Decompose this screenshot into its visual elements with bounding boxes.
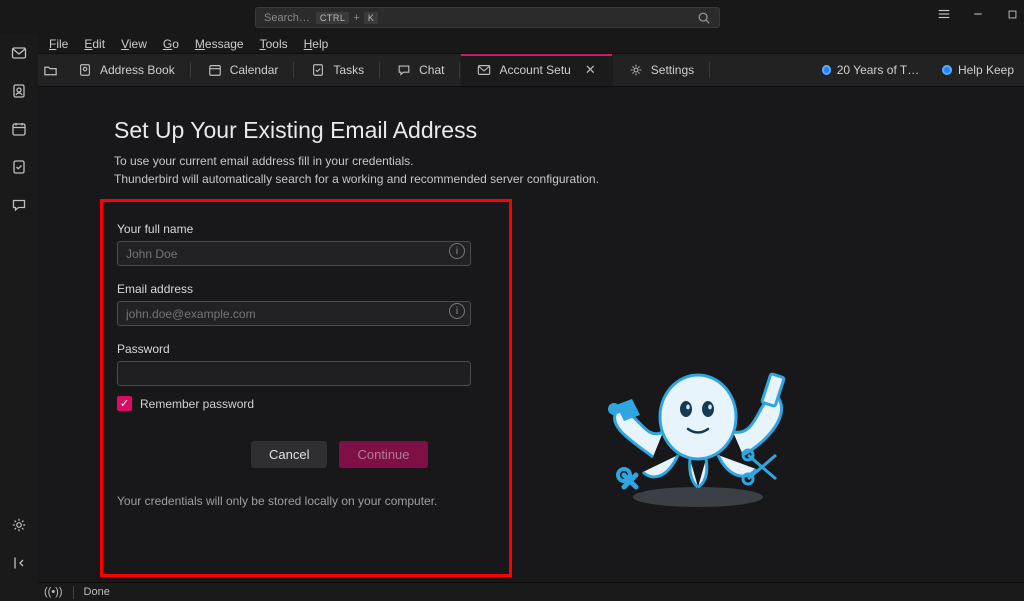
remember-password-checkbox[interactable]: ✓ bbox=[117, 396, 132, 411]
close-icon[interactable]: ✕ bbox=[585, 62, 596, 78]
search-shortcut-hint: CTRL + K bbox=[316, 12, 378, 24]
spaces-toolbar bbox=[0, 34, 38, 582]
global-search-input[interactable]: Search… CTRL + K bbox=[255, 7, 720, 28]
account-form-highlight: Your full name i Email address i Passwor… bbox=[100, 199, 512, 577]
tab-label: Calendar bbox=[230, 63, 279, 77]
tab-addressbook[interactable]: Address Book bbox=[62, 54, 192, 86]
password-label: Password bbox=[117, 342, 495, 356]
connectivity-icon[interactable]: ((•)) bbox=[44, 586, 63, 598]
name-label: Your full name bbox=[117, 222, 495, 236]
folder-pane-icon[interactable] bbox=[38, 54, 62, 86]
dot-icon bbox=[942, 65, 952, 75]
page-subtitle: To use your current email address fill i… bbox=[114, 152, 599, 188]
menu-bar: File Edit View Go Message Tools Help bbox=[38, 34, 1024, 54]
pill-label: 20 Years of Thund bbox=[837, 63, 922, 77]
tab-label: Address Book bbox=[100, 63, 175, 77]
spaces-tasks-icon[interactable] bbox=[0, 148, 38, 186]
spaces-settings-icon[interactable] bbox=[0, 506, 38, 544]
tab-label: Settings bbox=[651, 63, 694, 77]
menu-view[interactable]: View bbox=[114, 36, 154, 52]
credentials-note: Your credentials will only be stored loc… bbox=[117, 494, 495, 508]
spaces-chat-icon[interactable] bbox=[0, 186, 38, 224]
tab-label: Tasks bbox=[333, 63, 364, 77]
maximize-button[interactable] bbox=[1004, 6, 1020, 22]
gear-icon bbox=[629, 63, 643, 77]
menu-file[interactable]: File bbox=[42, 36, 75, 52]
tab-settings[interactable]: Settings bbox=[613, 54, 711, 86]
addressbook-icon bbox=[78, 63, 92, 77]
search-icon bbox=[697, 11, 711, 25]
tab-tasks[interactable]: Tasks bbox=[295, 54, 381, 86]
tasks-icon bbox=[311, 63, 325, 77]
email-input[interactable] bbox=[117, 301, 471, 326]
spaces-mail-icon[interactable] bbox=[0, 34, 38, 72]
status-text: Done bbox=[84, 586, 110, 598]
remember-password-label: Remember password bbox=[140, 397, 254, 411]
cancel-button[interactable]: Cancel bbox=[251, 441, 327, 468]
password-input[interactable] bbox=[117, 361, 471, 386]
notification-pill-2[interactable]: Help Keep bbox=[932, 63, 1024, 77]
search-placeholder: Search… bbox=[264, 12, 310, 24]
tab-chat[interactable]: Chat bbox=[381, 54, 461, 86]
titlebar: Search… CTRL + K bbox=[0, 0, 1024, 34]
dot-icon bbox=[822, 65, 831, 75]
tab-account-setup[interactable]: Account Setu ✕ bbox=[461, 54, 612, 86]
tab-bar: Address Book Calendar Tasks Chat Account… bbox=[38, 54, 1024, 87]
minimize-button[interactable] bbox=[970, 6, 986, 22]
mail-settings-icon bbox=[477, 63, 491, 77]
spaces-addressbook-icon[interactable] bbox=[0, 72, 38, 110]
full-name-input[interactable] bbox=[117, 241, 471, 266]
app-menu-icon[interactable] bbox=[936, 6, 952, 22]
chat-icon bbox=[397, 63, 411, 77]
content-area: Set Up Your Existing Email Address To us… bbox=[38, 87, 1024, 582]
menu-edit[interactable]: Edit bbox=[77, 36, 112, 52]
spaces-calendar-icon[interactable] bbox=[0, 110, 38, 148]
window-controls bbox=[936, 6, 1020, 22]
menu-message[interactable]: Message bbox=[188, 36, 251, 52]
email-label: Email address bbox=[117, 282, 495, 296]
calendar-icon bbox=[208, 63, 222, 77]
tab-calendar[interactable]: Calendar bbox=[192, 54, 296, 86]
status-bar: ((•)) Done bbox=[38, 582, 1024, 601]
tab-label: Chat bbox=[419, 63, 444, 77]
continue-button[interactable]: Continue bbox=[339, 441, 427, 468]
octopus-illustration bbox=[598, 347, 798, 517]
menu-go[interactable]: Go bbox=[156, 36, 186, 52]
menu-help[interactable]: Help bbox=[297, 36, 336, 52]
menu-tools[interactable]: Tools bbox=[253, 36, 295, 52]
page-title: Set Up Your Existing Email Address bbox=[114, 117, 477, 144]
tab-label: Account Setu bbox=[499, 63, 570, 77]
spaces-collapse-icon[interactable] bbox=[0, 544, 38, 582]
notification-pill-1[interactable]: 20 Years of Thund bbox=[812, 63, 932, 77]
pill-label: Help Keep bbox=[958, 63, 1014, 77]
